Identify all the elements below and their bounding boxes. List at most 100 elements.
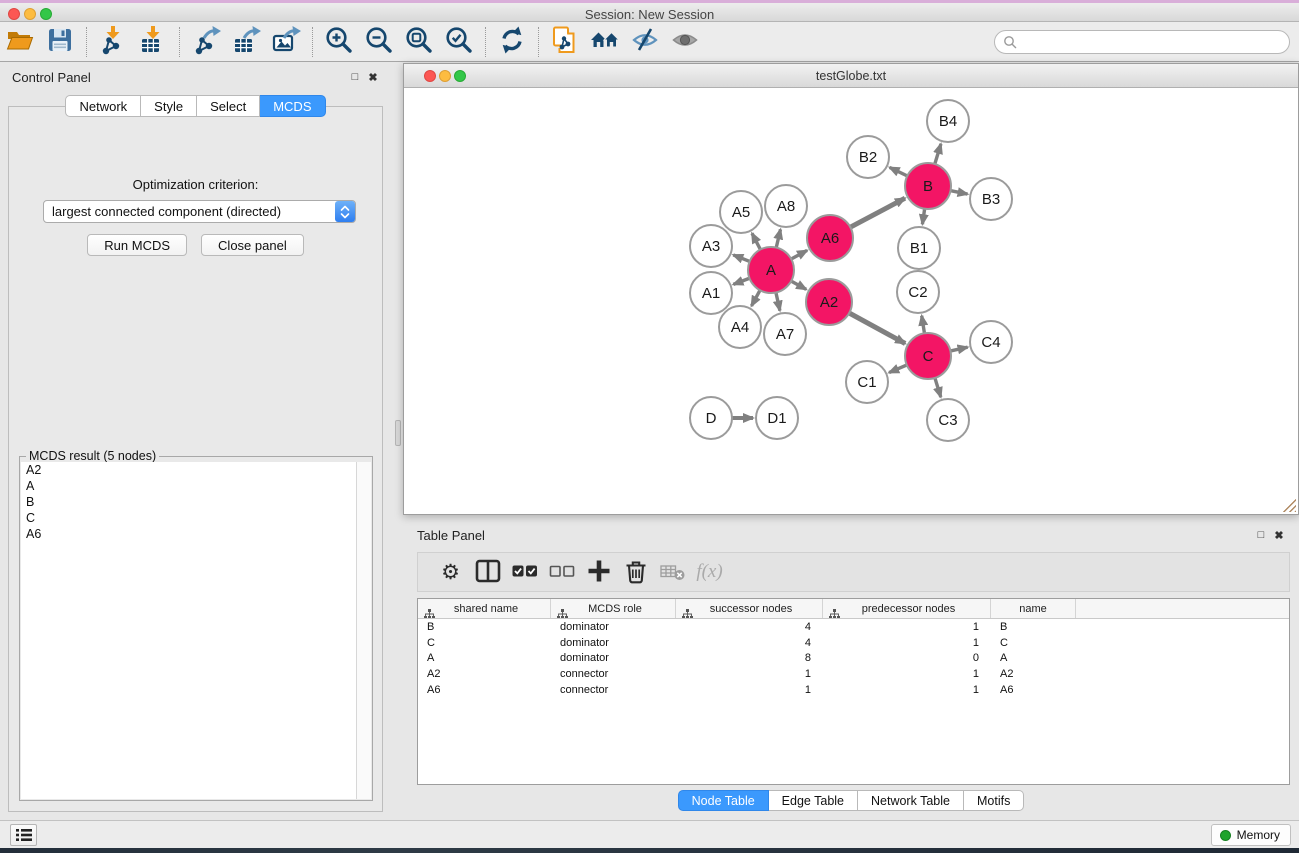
- node-A[interactable]: A: [748, 247, 794, 293]
- import-table-button[interactable]: [133, 25, 173, 59]
- edge-B-B4[interactable]: [935, 144, 941, 165]
- select-all-button[interactable]: [506, 556, 543, 588]
- zoom-selected-button[interactable]: [439, 25, 479, 59]
- tab-node-table[interactable]: Node Table: [678, 790, 769, 811]
- column-header-name[interactable]: name: [991, 599, 1076, 618]
- zoom-in-button[interactable]: [319, 25, 359, 59]
- edge-A-A1[interactable]: [733, 278, 750, 285]
- column-header-shared-name[interactable]: shared name: [418, 599, 551, 618]
- tab-edge-table[interactable]: Edge Table: [769, 790, 858, 811]
- node-C2[interactable]: C2: [897, 271, 939, 313]
- edge-A-A6[interactable]: [790, 250, 807, 259]
- tab-mcds[interactable]: MCDS: [260, 95, 325, 117]
- edge-B-B2[interactable]: [890, 167, 909, 176]
- node-C[interactable]: C: [905, 333, 951, 379]
- float-panel-icon[interactable]: □: [347, 69, 363, 85]
- edge-A2-C[interactable]: [848, 313, 905, 344]
- node-C3[interactable]: C3: [927, 399, 969, 441]
- task-history-button[interactable]: [10, 824, 37, 846]
- node-B2[interactable]: B2: [847, 136, 889, 178]
- result-list-item[interactable]: A: [21, 478, 356, 494]
- edge-A-A2[interactable]: [790, 281, 806, 290]
- add-button[interactable]: [580, 556, 617, 588]
- split-pane-divider[interactable]: [395, 420, 401, 446]
- column-header-mcds-role[interactable]: MCDS role: [551, 599, 676, 618]
- table-row[interactable]: Adominator80A: [418, 650, 1289, 666]
- memory-button[interactable]: Memory: [1211, 824, 1291, 846]
- edge-A-A8[interactable]: [776, 229, 781, 248]
- tab-motifs[interactable]: Motifs: [964, 790, 1024, 811]
- node-A3[interactable]: A3: [690, 225, 732, 267]
- node-B4[interactable]: B4: [927, 100, 969, 142]
- edge-C-C2[interactable]: [922, 316, 925, 335]
- delete-button[interactable]: [617, 556, 654, 588]
- result-list-item[interactable]: A2: [21, 462, 356, 478]
- search-input[interactable]: [1021, 32, 1289, 52]
- node-A8[interactable]: A8: [765, 185, 807, 227]
- edge-C-C1[interactable]: [889, 365, 908, 373]
- edge-A-A5[interactable]: [752, 233, 761, 250]
- deselect-all-button[interactable]: [543, 556, 580, 588]
- network-file-button[interactable]: [545, 25, 585, 59]
- edge-B-B1[interactable]: [922, 208, 924, 224]
- export-network-button[interactable]: [186, 25, 226, 59]
- node-A1[interactable]: A1: [690, 272, 732, 314]
- node-A7[interactable]: A7: [764, 313, 806, 355]
- result-list-scrollbar[interactable]: [357, 462, 371, 799]
- close-panel-icon[interactable]: ✖: [365, 69, 381, 85]
- node-A5[interactable]: A5: [720, 191, 762, 233]
- import-network-button[interactable]: [93, 25, 133, 59]
- home-button[interactable]: [585, 25, 625, 59]
- zoom-fit-button[interactable]: [399, 25, 439, 59]
- zoom-out-button[interactable]: [359, 25, 399, 59]
- node-C1[interactable]: C1: [846, 361, 888, 403]
- result-list-item[interactable]: B: [21, 494, 356, 510]
- split-table-button[interactable]: [469, 556, 506, 588]
- export-image-button[interactable]: [266, 25, 306, 59]
- run-mcds-button[interactable]: Run MCDS: [87, 234, 187, 256]
- open-folder-button[interactable]: [0, 25, 40, 59]
- network-window-titlebar[interactable]: testGlobe.txt: [404, 64, 1298, 88]
- close-panel-button[interactable]: Close panel: [201, 234, 304, 256]
- result-list-item[interactable]: C: [21, 510, 356, 526]
- edge-A-A3[interactable]: [733, 255, 750, 262]
- tab-style[interactable]: Style: [141, 95, 197, 117]
- table-float-panel-icon[interactable]: □: [1253, 527, 1269, 543]
- edge-A-A7[interactable]: [776, 292, 780, 311]
- column-header-successor-nodes[interactable]: successor nodes: [676, 599, 823, 618]
- gear-button[interactable]: ⚙: [432, 556, 469, 588]
- optimization-criterion-dropdown[interactable]: largest connected component (directed): [43, 200, 356, 223]
- hide-panels-button[interactable]: [625, 25, 665, 59]
- export-table-button[interactable]: [226, 25, 266, 59]
- node-B3[interactable]: B3: [970, 178, 1012, 220]
- table-row[interactable]: A6connector11A6: [418, 682, 1289, 698]
- network-canvas[interactable]: B4B2BB3A8A5A6A3B1AC2A1A2A4A7C4CC1C3DD1: [405, 89, 1298, 514]
- node-D[interactable]: D: [690, 397, 732, 439]
- table-row[interactable]: A2connector11A2: [418, 666, 1289, 682]
- node-A2[interactable]: A2: [806, 279, 852, 325]
- node-B1[interactable]: B1: [898, 227, 940, 269]
- show-panels-button[interactable]: [665, 25, 705, 59]
- edge-C-C4[interactable]: [950, 347, 968, 351]
- result-list-item[interactable]: A6: [21, 526, 356, 542]
- fx-button[interactable]: f(x): [691, 556, 728, 588]
- edge-A-A4[interactable]: [752, 289, 761, 306]
- column-header-predecessor-nodes[interactable]: predecessor nodes: [823, 599, 991, 618]
- save-button[interactable]: [40, 25, 80, 59]
- node-D1[interactable]: D1: [756, 397, 798, 439]
- search-box[interactable]: [994, 30, 1290, 54]
- node-B[interactable]: B: [905, 163, 951, 209]
- refresh-button[interactable]: [492, 25, 532, 59]
- node-A6[interactable]: A6: [807, 215, 853, 261]
- tab-network[interactable]: Network: [65, 95, 141, 117]
- tab-select[interactable]: Select: [197, 95, 260, 117]
- table-row[interactable]: Cdominator41C: [418, 635, 1289, 651]
- edge-A6-B[interactable]: [849, 198, 905, 228]
- edge-C-C3[interactable]: [935, 377, 941, 397]
- node-A4[interactable]: A4: [719, 306, 761, 348]
- mcds-result-list[interactable]: A2ABCA6: [21, 462, 357, 799]
- table-close-panel-icon[interactable]: ✖: [1271, 527, 1287, 543]
- tab-network-table[interactable]: Network Table: [858, 790, 964, 811]
- delete-table-button[interactable]: [654, 556, 691, 588]
- edge-B-B3[interactable]: [950, 190, 968, 194]
